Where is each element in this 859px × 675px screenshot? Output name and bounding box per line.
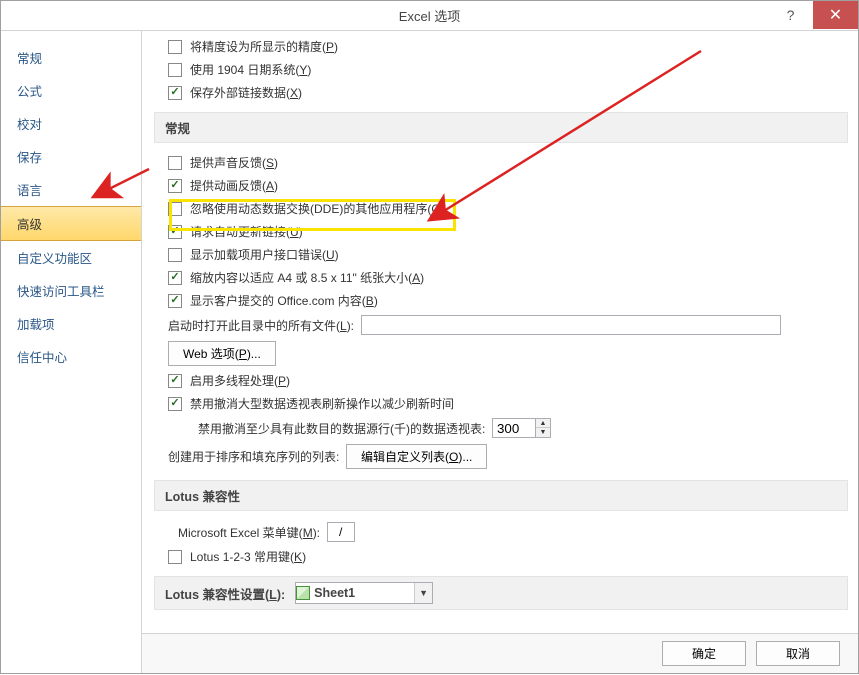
sidebar-item-4[interactable]: 语言 — [1, 173, 141, 206]
gen-cbs-checkbox-2[interactable] — [168, 202, 182, 216]
pivot-rows-label: 禁用撤消至少具有此数目的数据源行(千)的数据透视表: — [198, 420, 485, 437]
gen-cbs-checkbox-6[interactable] — [168, 294, 182, 308]
top-cbs-label-1: 使用 1904 日期系统(Y) — [190, 61, 311, 78]
gen-cbs-checkbox-1[interactable] — [168, 179, 182, 193]
spinner-down-icon[interactable]: ▼ — [536, 428, 550, 437]
sort-fill-row: 创建用于排序和填充序列的列表: 编辑自定义列表(O)... — [150, 441, 858, 472]
lotus-menu-label: Microsoft Excel 菜单键(M): — [178, 524, 320, 541]
lotus-menu-row: Microsoft Excel 菜单键(M): — [150, 519, 858, 545]
sidebar-item-7[interactable]: 快速访问工具栏 — [1, 274, 141, 307]
web-options-row: Web 选项(P)... — [150, 338, 858, 369]
dialog-button-bar: 确定 取消 — [142, 633, 858, 673]
sidebar-item-3[interactable]: 保存 — [1, 140, 141, 173]
chevron-down-icon[interactable]: ▼ — [414, 583, 432, 603]
category-sidebar: 常规公式校对保存语言高级自定义功能区快速访问工具栏加载项信任中心 — [1, 31, 142, 673]
cancel-button[interactable]: 取消 — [756, 641, 840, 666]
lotus-keys-checkbox[interactable] — [168, 550, 182, 564]
top-cbs-row-0: 将精度设为所显示的精度(P) — [150, 35, 858, 58]
spinner-arrows[interactable]: ▲▼ — [536, 418, 551, 438]
options-scroll[interactable]: 将精度设为所显示的精度(P) 使用 1904 日期系统(Y) 保存外部链接数据(X)… — [142, 31, 858, 633]
dialog-body: 常规公式校对保存语言高级自定义功能区快速访问工具栏加载项信任中心 将精度设为所显… — [1, 31, 858, 673]
pivot-rows-spinner[interactable]: ▲▼ — [492, 418, 551, 438]
gen-cbs-label-6: 显示客户提交的 Office.com 内容(B) — [190, 292, 378, 309]
top-cbs-checkbox-0[interactable] — [168, 40, 182, 54]
startup-folder-row: 启动时打开此目录中的所有文件(L): — [150, 312, 858, 338]
gen-cbs-row-1: 提供动画反馈(A) — [150, 174, 858, 197]
sidebar-item-9[interactable]: 信任中心 — [1, 340, 141, 373]
sidebar-item-6[interactable]: 自定义功能区 — [1, 241, 141, 274]
section-lotus: Lotus 兼容性 — [154, 480, 848, 511]
sheet-select-value: Sheet1 — [314, 586, 414, 600]
top-cbs-checkbox-2[interactable] — [168, 86, 182, 100]
gen-cbs-row-3: 请求自动更新链接(U) — [150, 220, 858, 243]
top-cbs-row-2: 保存外部链接数据(X) — [150, 81, 858, 104]
lotus-keys-label: Lotus 1-2-3 常用键(K) — [190, 548, 306, 565]
gen-cbs-label-2: 忽略使用动态数据交换(DDE)的其他应用程序(O) — [190, 200, 445, 217]
titlebar: Excel 选项 ? ✕ — [1, 1, 858, 31]
sidebar-item-2[interactable]: 校对 — [1, 107, 141, 140]
lotus-menu-input[interactable] — [327, 522, 355, 542]
dialog-window: Excel 选项 ? ✕ 常规公式校对保存语言高级自定义功能区快速访问工具栏加载… — [0, 0, 859, 674]
spinner-up-icon[interactable]: ▲ — [536, 419, 550, 428]
gen-cbs-label-0: 提供声音反馈(S) — [190, 154, 278, 171]
sheet-select[interactable]: Sheet1 ▼ — [295, 582, 433, 604]
sort-fill-label: 创建用于排序和填充序列的列表: — [168, 448, 339, 465]
section-lotus-settings: Lotus 兼容性设置(L): Sheet1 ▼ — [154, 576, 848, 610]
pivot-rows-input[interactable] — [492, 418, 536, 438]
gen-cbs-checkbox-3[interactable] — [168, 225, 182, 239]
gen-cbs-label-5: 缩放内容以适应 A4 或 8.5 x 11" 纸张大小(A) — [190, 269, 424, 286]
pivot-disable-row: 禁用撤消大型数据透视表刷新操作以减少刷新时间 — [150, 392, 858, 415]
gen-cbs-row-6: 显示客户提交的 Office.com 内容(B) — [150, 289, 858, 312]
lotus-keys-row: Lotus 1-2-3 常用键(K) — [150, 545, 858, 568]
startup-folder-label: 启动时打开此目录中的所有文件(L): — [168, 317, 354, 334]
dialog-title: Excel 选项 — [399, 6, 460, 25]
window-controls: ? ✕ — [768, 1, 858, 30]
sheet-icon — [296, 586, 310, 600]
web-options-button[interactable]: Web 选项(P)... — [168, 341, 276, 366]
pivot-rows-row: 禁用撤消至少具有此数目的数据源行(千)的数据透视表: ▲▼ — [150, 415, 858, 441]
multithread-checkbox[interactable] — [168, 374, 182, 388]
startup-folder-input[interactable] — [361, 315, 781, 335]
gen-cbs-row-4: 显示加载项用户接口错误(U) — [150, 243, 858, 266]
top-cbs-label-2: 保存外部链接数据(X) — [190, 84, 302, 101]
gen-cbs-row-0: 提供声音反馈(S) — [150, 151, 858, 174]
help-button[interactable]: ? — [768, 1, 813, 29]
top-cbs-row-1: 使用 1904 日期系统(Y) — [150, 58, 858, 81]
gen-cbs-checkbox-5[interactable] — [168, 271, 182, 285]
section-lotus-label: Lotus 兼容性 — [165, 486, 240, 505]
gen-cbs-label-4: 显示加载项用户接口错误(U) — [190, 246, 339, 263]
main-panel: 将精度设为所显示的精度(P) 使用 1904 日期系统(Y) 保存外部链接数据(X)… — [142, 31, 858, 673]
ok-button[interactable]: 确定 — [662, 641, 746, 666]
section-lotus-settings-label: Lotus 兼容性设置(L): — [165, 584, 285, 603]
section-general: 常规 — [154, 112, 848, 143]
close-button[interactable]: ✕ — [813, 1, 858, 29]
sidebar-item-0[interactable]: 常规 — [1, 41, 141, 74]
sidebar-item-1[interactable]: 公式 — [1, 74, 141, 107]
top-cbs-label-0: 将精度设为所显示的精度(P) — [190, 38, 338, 55]
gen-cbs-checkbox-4[interactable] — [168, 248, 182, 262]
gen-cbs-label-3: 请求自动更新链接(U) — [190, 223, 303, 240]
pivot-disable-checkbox[interactable] — [168, 397, 182, 411]
edit-custom-lists-button[interactable]: 编辑自定义列表(O)... — [346, 444, 487, 469]
multithread-row: 启用多线程处理(P) — [150, 369, 858, 392]
top-cbs-checkbox-1[interactable] — [168, 63, 182, 77]
gen-cbs-row-5: 缩放内容以适应 A4 或 8.5 x 11" 纸张大小(A) — [150, 266, 858, 289]
gen-cbs-row-2: 忽略使用动态数据交换(DDE)的其他应用程序(O) — [150, 197, 858, 220]
multithread-label: 启用多线程处理(P) — [190, 372, 290, 389]
pivot-disable-label: 禁用撤消大型数据透视表刷新操作以减少刷新时间 — [190, 395, 454, 412]
sidebar-item-5[interactable]: 高级 — [1, 206, 141, 241]
section-general-label: 常规 — [165, 118, 190, 137]
sidebar-item-8[interactable]: 加载项 — [1, 307, 141, 340]
gen-cbs-checkbox-0[interactable] — [168, 156, 182, 170]
gen-cbs-label-1: 提供动画反馈(A) — [190, 177, 278, 194]
